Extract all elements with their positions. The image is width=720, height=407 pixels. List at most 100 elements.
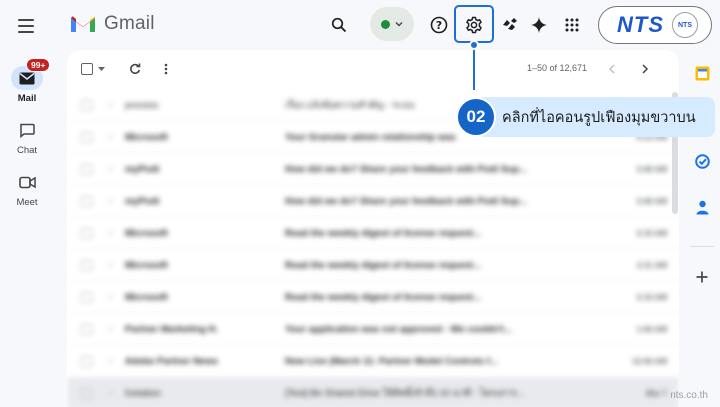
add-icon[interactable]: [693, 268, 711, 286]
mail-date: 2:11 AM: [637, 261, 667, 270]
left-rail: 99+ Mail Chat Meet: [0, 0, 54, 407]
mail-row[interactable]: ☆ Adobe Partner News Now Live (March 11: P…: [67, 346, 679, 378]
rail-item-label: Meet: [16, 197, 38, 208]
callout-text: คลิกที่ไอคอนรูปเฟืองมุมขวาบน: [476, 97, 715, 137]
callout-anchor-dot: [469, 40, 479, 50]
mail-sender: Partner Marketing H.: [124, 324, 218, 335]
mail-sender: Microsoft: [124, 292, 168, 303]
mail-subject: Read the weekly digest of license reques…: [284, 260, 481, 271]
mail-row[interactable]: ☆ fcetation [Test] Be Shared Drive ให้สิทธ…: [67, 378, 679, 407]
star-icon[interactable]: ☆: [106, 228, 115, 239]
star-icon[interactable]: ☆: [106, 164, 115, 175]
mail-sender: Adobe Partner News: [124, 356, 218, 367]
settings-highlight-box: [454, 5, 494, 43]
mail-row[interactable]: ☆ Partner Marketing H. Your application wa…: [67, 314, 679, 346]
rail-item-chat[interactable]: Chat: [0, 118, 54, 156]
video-icon: [11, 170, 43, 194]
apps-grid-icon[interactable]: [559, 12, 585, 38]
step-number: 02: [456, 97, 496, 137]
rail-item-label: Mail: [17, 93, 37, 104]
main-menu-button[interactable]: [14, 14, 38, 38]
mail-sender: myPodi: [124, 196, 160, 207]
rail-item-meet[interactable]: Meet: [0, 170, 54, 208]
mail-list: ☆ process เรื่อง แจ้งข้อความสำคัญ - ระบบ ☆…: [67, 90, 679, 407]
callout-connector: [473, 43, 475, 90]
mail-date: Mar 7: [646, 389, 667, 398]
mail-subject: [Test] Be Shared Drive ให้สิทธิ์เข้าถึง …: [284, 388, 525, 399]
mail-sender: fcetation: [124, 388, 161, 399]
star-icon[interactable]: ☆: [106, 388, 115, 399]
star-icon[interactable]: ☆: [106, 132, 115, 143]
gemini-icon[interactable]: [497, 12, 523, 38]
refresh-icon[interactable]: [129, 63, 141, 75]
avatar: NTS: [672, 12, 698, 38]
mail-sender: Microsoft: [124, 228, 168, 239]
unread-badge: 99+: [26, 58, 51, 72]
mail-subject: How did we do? Share your feedback with …: [284, 164, 527, 175]
nts-logo: NTS: [617, 12, 664, 37]
side-panel-divider: [690, 246, 714, 247]
mail-date: 3:40 AM: [636, 197, 667, 206]
mail-sender: Microsoft: [124, 260, 168, 271]
row-checkbox[interactable]: [81, 228, 92, 239]
active-status-dot: [381, 19, 390, 29]
search-icon[interactable]: [326, 12, 352, 38]
mail-row[interactable]: ☆ myPodi How did we do? Share your feedbac…: [67, 186, 679, 218]
gmail-logo[interactable]: Gmail: [70, 13, 155, 35]
star-icon[interactable]: ☆: [106, 324, 115, 335]
pagination-label: 1–50 of 12,671: [527, 63, 588, 73]
status-selector[interactable]: [370, 7, 414, 41]
account-button[interactable]: NTS NTS: [598, 6, 712, 44]
star-icon[interactable]: ☆: [106, 196, 115, 207]
row-checkbox[interactable]: [81, 324, 92, 335]
mail-toolbar: 1–50 of 12,671: [67, 50, 679, 88]
select-all-checkbox[interactable]: [81, 63, 93, 75]
mail-date: 2:10 AM: [636, 293, 667, 302]
tasks-icon[interactable]: [693, 152, 711, 170]
mail-subject: Now Live (March 11: Partner Model Contro…: [284, 356, 498, 367]
row-checkbox[interactable]: [81, 356, 92, 367]
mail-subject: Your application was not approved - We c…: [284, 324, 512, 335]
prev-page-icon[interactable]: [608, 64, 616, 74]
mail-row[interactable]: ☆ Microsoft Read the weekly digest of lice…: [67, 218, 679, 250]
star-icon[interactable]: ☆: [106, 100, 115, 111]
sparkle-icon[interactable]: [526, 12, 552, 38]
svg-text:?: ?: [436, 19, 442, 32]
mail-subject: How did we do? Share your feedback with …: [284, 196, 527, 207]
contacts-icon[interactable]: [693, 198, 711, 216]
watermark: nts.co.th: [670, 390, 708, 401]
next-page-icon[interactable]: [641, 64, 649, 74]
gmail-m-icon: [71, 16, 95, 32]
instruction-callout: 02 คลิกที่ไอคอนรูปเฟืองมุมขวาบน: [456, 97, 715, 137]
star-icon[interactable]: ☆: [106, 292, 115, 303]
row-checkbox[interactable]: [81, 100, 92, 111]
help-icon[interactable]: ?: [426, 12, 452, 38]
more-options-icon[interactable]: [164, 63, 168, 75]
mail-row[interactable]: ☆ Microsoft Read the weekly digest of lice…: [67, 250, 679, 282]
mail-subject: Read the weekly digest of license reques…: [284, 228, 481, 239]
row-checkbox[interactable]: [81, 260, 92, 271]
mail-row[interactable]: ☆ Microsoft Read the weekly digest of lice…: [67, 282, 679, 314]
chat-icon: [11, 118, 43, 142]
mail-subject: Read the weekly digest of license reques…: [284, 292, 481, 303]
calendar-icon[interactable]: [693, 64, 711, 82]
rail-item-label: Chat: [16, 145, 38, 156]
mail-row[interactable]: ☆ myPodi How did we do? Share your feedbac…: [67, 154, 679, 186]
star-icon[interactable]: ☆: [106, 356, 115, 367]
select-dropdown-icon[interactable]: [98, 67, 105, 72]
gmail-wordmark: Gmail: [104, 13, 155, 34]
mail-date: 12:00 AM: [632, 357, 667, 366]
mail-sender: myPodi: [124, 164, 160, 175]
chevron-down-icon: [395, 22, 403, 27]
mail-date: 3:40 AM: [636, 165, 667, 174]
mail-date: 1:00 AM: [636, 325, 667, 334]
mail-sender: process: [124, 100, 159, 111]
row-checkbox[interactable]: [81, 388, 92, 399]
row-checkbox[interactable]: [81, 196, 92, 207]
star-icon[interactable]: ☆: [106, 260, 115, 271]
mail-date: 2:15 AM: [636, 229, 667, 238]
row-checkbox[interactable]: [81, 132, 92, 143]
rail-item-mail[interactable]: 99+ Mail: [0, 58, 54, 104]
row-checkbox[interactable]: [81, 292, 92, 303]
row-checkbox[interactable]: [81, 164, 92, 175]
